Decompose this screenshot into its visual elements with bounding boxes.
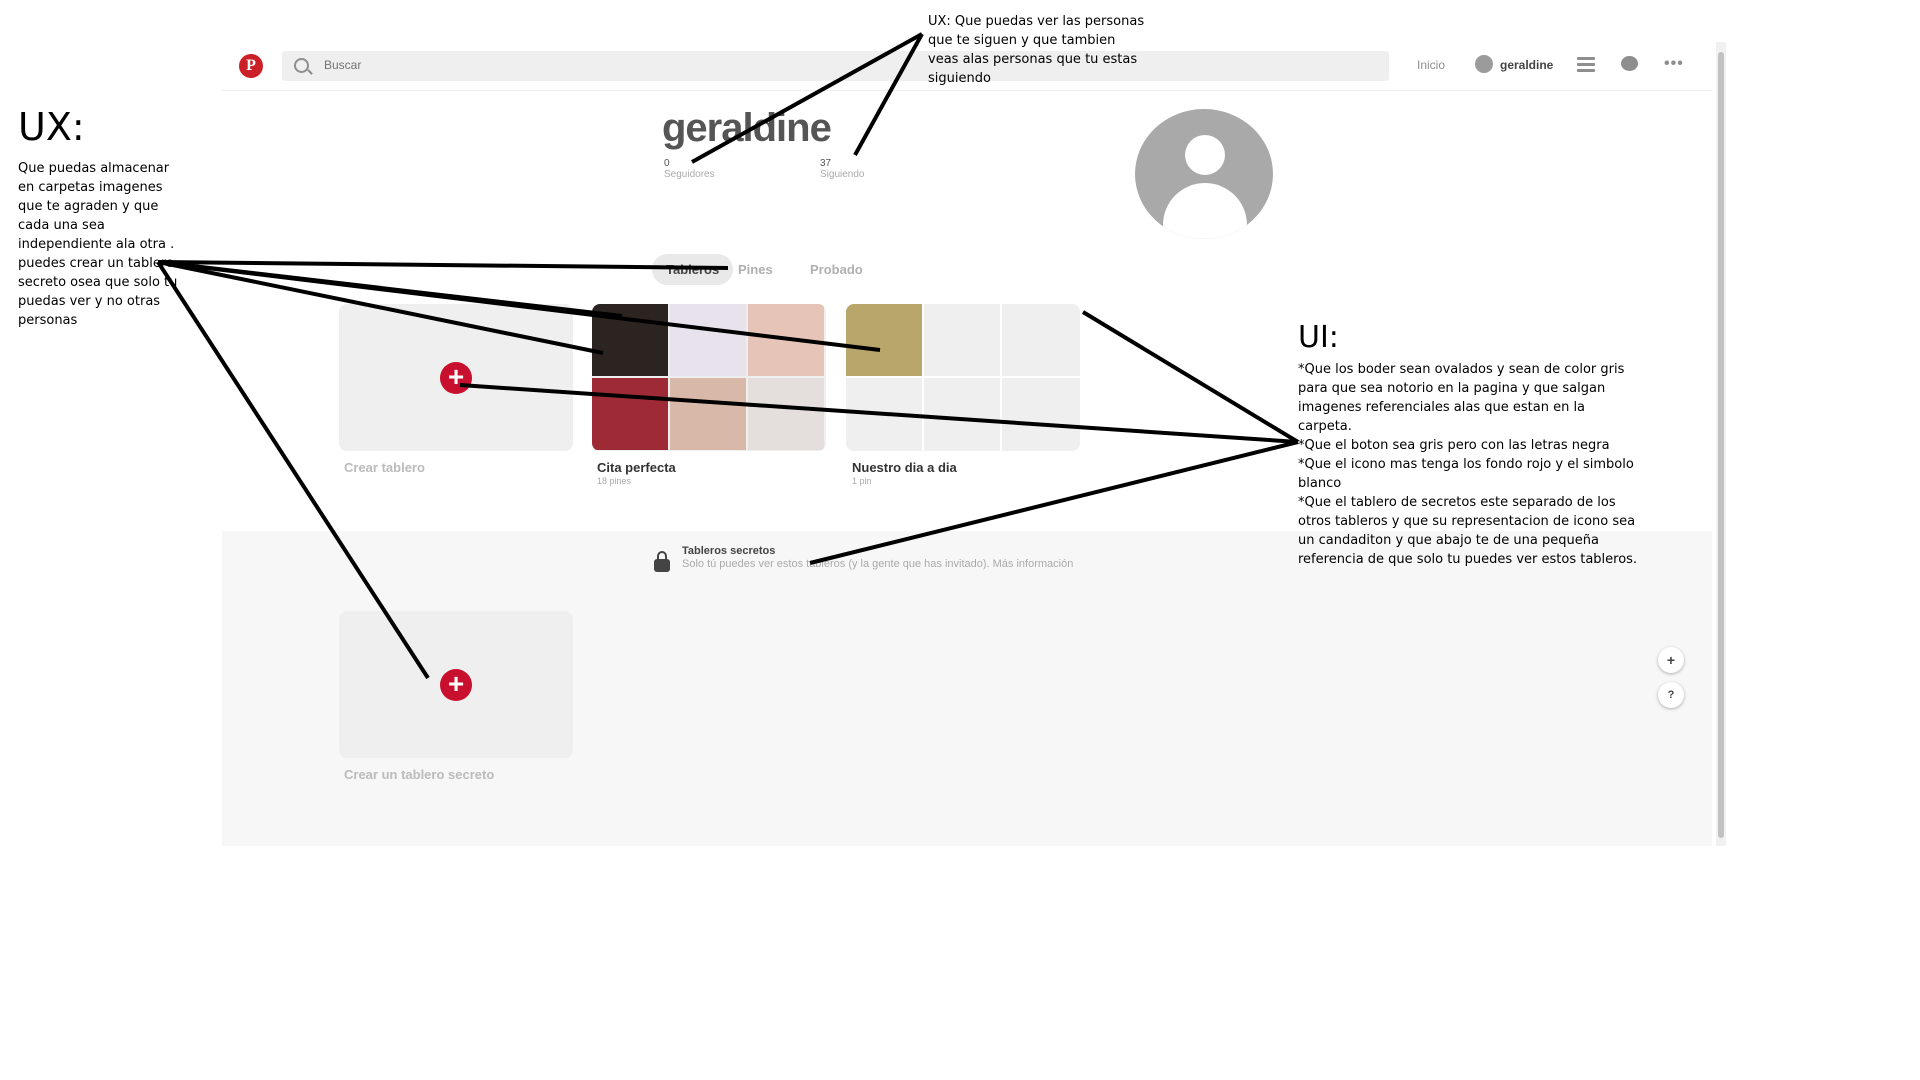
annotation-arrows (156, 32, 1300, 680)
arrow-line (157, 260, 729, 270)
arrow-line (809, 440, 1299, 565)
arrow-line (459, 383, 1299, 444)
arrow-line (1081, 310, 1300, 444)
arrow-line (156, 260, 430, 680)
